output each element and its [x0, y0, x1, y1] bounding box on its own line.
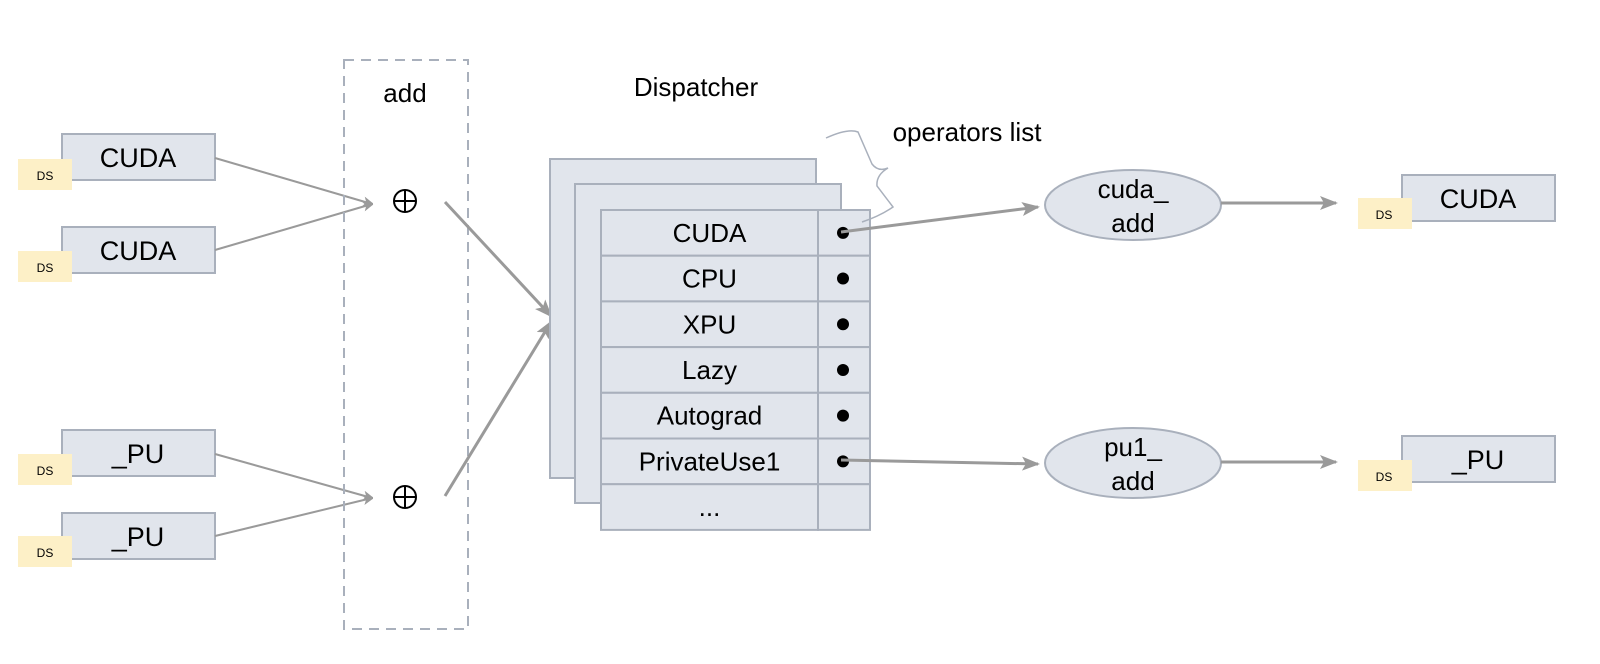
kernel-pointer-cell [817, 483, 871, 531]
dispatch-key-label: XPU [683, 309, 736, 339]
dispatch-row: XPU [600, 300, 871, 349]
operators-list-label: operators list [893, 117, 1043, 147]
edge-input-2-to-add [214, 204, 372, 251]
ds-tag-label: DS [1376, 470, 1393, 484]
tensor-label: CUDA [100, 143, 177, 173]
tensor-label: _PU [111, 439, 165, 469]
tensor-label: _PU [1451, 445, 1505, 475]
ds-tag-label: DS [1376, 208, 1393, 222]
kernel-cuda-add: cuda_ add [1044, 169, 1222, 241]
kernel-label-line2: add [1111, 208, 1154, 238]
dispatch-row: Autograd [600, 391, 871, 440]
dispatch-row: ... [600, 483, 871, 531]
dispatch-key-label: Lazy [682, 355, 737, 385]
dispatch-key-label: Autograd [657, 401, 763, 431]
edge-input-1-to-add [214, 157, 372, 204]
kernel-pointer-dot-icon [837, 409, 849, 422]
dispatch-row: Lazy [600, 346, 871, 394]
tensor-label: CUDA [100, 236, 177, 266]
add-group-border [343, 59, 469, 630]
edge-add-bottom-to-dispatcher [443, 320, 553, 497]
tensor-label: CUDA [1440, 184, 1517, 214]
dispatch-key-label: PrivateUse1 [639, 446, 781, 476]
dispatcher-title: Dispatcher [634, 72, 759, 102]
ds-tag-label: DS [37, 261, 54, 275]
kernel-label-line1: cuda_ [1098, 174, 1169, 204]
plus-operator-icon-bottom [393, 485, 417, 509]
edge-input-4-to-add [214, 498, 372, 537]
dispatch-table: CUDA CPU XPU Lazy Autograd PrivateUse1... [600, 209, 871, 531]
dispatcher-diagram: CUDA DS CUDA DS _PU DS _PU DS add Dispat… [18, 59, 1556, 630]
kernel-pointer-dot-icon [837, 272, 849, 285]
ds-tag-label: DS [37, 546, 54, 560]
input-tensor-cuda-2: CUDA DS [18, 226, 216, 282]
dispatch-key-label: CUDA [673, 218, 747, 248]
input-tensor-pu-1: _PU DS [18, 429, 216, 485]
ds-tag-label: DS [37, 464, 54, 478]
output-tensor-pu: _PU DS [1358, 435, 1556, 491]
input-tensor-pu-2: _PU DS [18, 512, 216, 567]
dispatch-row: CUDA [600, 209, 871, 257]
kernel-pointer-dot-icon [837, 363, 849, 376]
kernel-label-line2: add [1111, 466, 1154, 496]
add-group-title: add [383, 78, 426, 108]
dispatch-key-label: ... [699, 492, 721, 522]
dispatch-row: CPU [600, 254, 871, 303]
kernel-label-line1: pu1_ [1104, 432, 1162, 462]
add-op-group: add [343, 59, 469, 630]
dispatch-row: PrivateUse1 [600, 437, 871, 486]
output-tensor-cuda: CUDA DS [1358, 174, 1556, 229]
plus-operator-icon-top [393, 189, 417, 213]
ds-tag-label: DS [37, 169, 54, 183]
dispatch-key-label: CPU [682, 264, 737, 294]
kernel-pu1-add: pu1_ add [1044, 427, 1222, 499]
tensor-label: _PU [111, 522, 165, 552]
input-tensor-cuda-1: CUDA DS [18, 133, 216, 190]
kernel-pointer-dot-icon [837, 318, 849, 331]
edge-input-3-to-add [214, 453, 372, 498]
edge-add-top-to-dispatcher [443, 200, 553, 318]
